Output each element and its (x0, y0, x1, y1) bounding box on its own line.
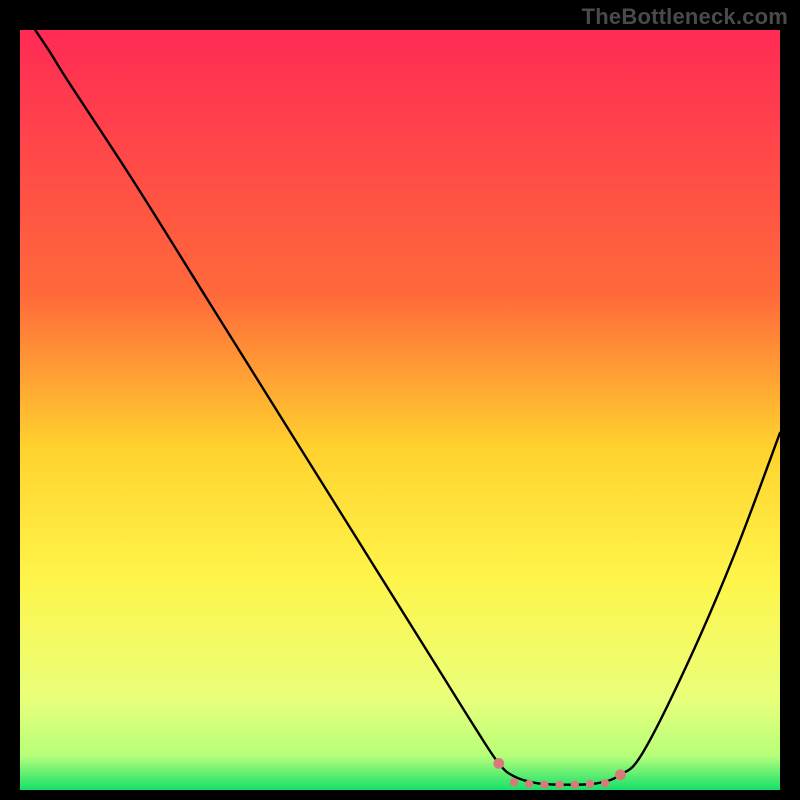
marker-dot (540, 780, 548, 788)
marker-dot (510, 778, 518, 786)
marker-dot (615, 769, 626, 780)
marker-dot (493, 758, 504, 769)
plot-svg (20, 30, 780, 790)
marker-dot (571, 780, 579, 788)
marker-dot (586, 780, 594, 788)
marker-dot (555, 780, 563, 788)
marker-dot (601, 779, 609, 787)
plot-area (20, 30, 780, 790)
marker-dot (525, 780, 533, 788)
chart-root: TheBottleneck.com (0, 0, 800, 800)
gradient-backdrop (20, 30, 780, 790)
watermark-text: TheBottleneck.com (582, 4, 788, 30)
